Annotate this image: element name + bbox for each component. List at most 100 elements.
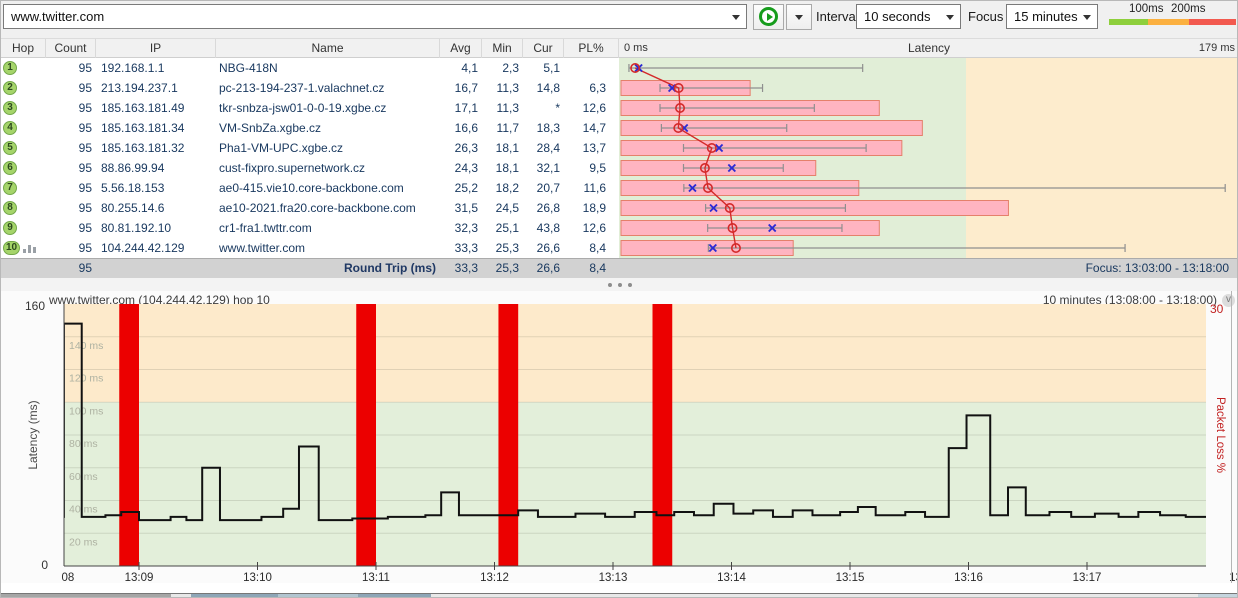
hop-badge: 4 <box>3 121 17 135</box>
cell-pl: 13,7 <box>564 138 606 158</box>
cell-ip: 185.163.181.49 <box>101 98 216 118</box>
cell-count: 95 <box>46 78 92 98</box>
cell-avg: 31,5 <box>440 198 478 218</box>
cell-name: cust-fixpro.supernetwork.cz <box>219 158 440 178</box>
cell-avg: 16,6 <box>440 118 478 138</box>
summary-count: 95 <box>46 259 92 279</box>
hop-row[interactable]: 595 185.163.181.32Pha1-VM-UPC.xgbe.cz26,3… <box>1 138 619 158</box>
cell-min: 2,3 <box>482 58 519 78</box>
cell-count: 95 <box>46 238 92 258</box>
y2-axis-title: Packet Loss % <box>1214 397 1226 473</box>
target-dropdown-arrow[interactable] <box>728 5 746 28</box>
x-axis-label: 13:16 <box>954 572 983 583</box>
x-axis-label: 13:09 <box>125 572 154 583</box>
hop-number-badge: 8 <box>1 198 46 218</box>
hop-row[interactable]: 195192.168.1.1NBG-418N4,12,35,1 <box>1 58 619 78</box>
legend-200ms-label: 200ms <box>1171 3 1206 15</box>
focus-select[interactable]: 15 minutes <box>1006 4 1098 29</box>
cell-ip: 185.163.181.32 <box>101 138 216 158</box>
hop-number-badge: 6 <box>1 158 46 178</box>
cell-name: Pha1-VM-UPC.xgbe.cz <box>219 138 440 158</box>
column-header-avg: Avg <box>440 39 482 58</box>
cell-avg: 32,3 <box>440 218 478 238</box>
cell-count: 95 <box>46 158 92 178</box>
latency-scale-legend: 100ms 200ms <box>1109 3 1236 27</box>
hop-row[interactable]: 99580.81.192.10cr1-fra1.twttr.com32,325,… <box>1 218 619 238</box>
cell-pl: 11,6 <box>564 178 606 198</box>
cell-min: 24,5 <box>482 198 519 218</box>
summary-avg: 33,3 <box>440 259 478 279</box>
hop-row[interactable]: 295213.194.237.1pc-213-194-237-1.valachn… <box>1 78 619 98</box>
pane-splitter[interactable] <box>1 278 1238 291</box>
hop-number-badge: 9 <box>1 218 46 238</box>
hop-number-badge: 3 <box>1 98 46 118</box>
cell-cur: * <box>523 98 560 118</box>
cell-cur: 14,8 <box>523 78 560 98</box>
x-axis-label: 13:17 <box>1073 572 1102 583</box>
hop-row[interactable]: 7955.56.18.153ae0-415.vie10.core-backbon… <box>1 178 619 198</box>
hop-row[interactable]: 8 95 80.255.14.6ae10-2021.fra20.core-backb… <box>1 198 619 218</box>
cell-count: 95 <box>46 198 92 218</box>
cell-count: 95 <box>46 138 92 158</box>
cell-cur: 26,6 <box>523 238 560 258</box>
timeline-orange-zone <box>64 304 1206 402</box>
round-trip-row: 95 Round Trip (ms) 33,3 25,3 26,6 8,4 Fo… <box>1 258 1238 278</box>
cell-name: NBG-418N <box>219 58 440 78</box>
target-address-value: www.twitter.com <box>11 5 104 28</box>
packet-loss-event-bar <box>498 304 518 566</box>
cell-ip: 80.81.192.10 <box>101 218 216 238</box>
gridline-label: 20 ms <box>69 536 98 548</box>
time-scrollbar[interactable] <box>1 583 1238 598</box>
x-axis-label: 13:15 <box>836 572 865 583</box>
trace-options-dropdown-button[interactable] <box>786 4 812 30</box>
cell-ip: 5.56.18.153 <box>101 178 216 198</box>
gridline-label: 40 ms <box>69 504 98 516</box>
hop-number-badge: 2 <box>1 78 46 98</box>
cell-pl: 18,9 <box>564 198 606 218</box>
cell-avg: 25,2 <box>440 178 478 198</box>
column-header-min: Min <box>482 39 523 58</box>
cell-name: VM-SnbZa.xgbe.cz <box>219 118 440 138</box>
cell-pl <box>564 58 606 78</box>
packet-loss-event-bar <box>653 304 673 566</box>
timeline-green-zone <box>64 402 1206 566</box>
hop-row[interactable]: 395185.163.181.49tkr-snbza-jsw01-0-0-19.… <box>1 98 619 118</box>
y-axis-max-label: 160 <box>25 299 45 313</box>
cell-count: 95 <box>46 218 92 238</box>
hop-number-badge: 7 <box>1 178 46 198</box>
hop-number-badge: 5 <box>1 138 46 158</box>
cell-ip: 80.255.14.6 <box>101 198 216 218</box>
cell-name: ae0-415.vie10.core-backbone.com <box>219 178 440 198</box>
cell-pl: 12,6 <box>564 218 606 238</box>
interval-select[interactable]: 10 seconds <box>856 4 961 29</box>
cell-name: www.twitter.com <box>219 238 440 258</box>
x-axis-label: 13:13 <box>599 572 628 583</box>
hop-badge: 8 <box>3 201 17 215</box>
hop-row[interactable]: 1095104.244.42.129www.twitter.com33,325,… <box>1 238 619 258</box>
cell-name: tkr-snbza-jsw01-0-0-19.xgbe.cz <box>219 98 440 118</box>
column-header-count: Count <box>46 39 96 58</box>
hop-row[interactable]: 69588.86.99.94cust-fixpro.supernetwork.c… <box>1 158 619 178</box>
cell-cur: 26,8 <box>523 198 560 218</box>
hop-number-badge: 10 <box>1 238 46 258</box>
cell-cur: 32,1 <box>523 158 560 178</box>
latency-time-graph[interactable]: 20 ms40 ms60 ms80 ms100 ms120 ms140 ms08… <box>1 291 1238 583</box>
cell-name: ae10-2021.fra20.core-backbone.com <box>219 198 440 218</box>
gridline-label: 100 ms <box>69 405 103 417</box>
start-trace-button[interactable] <box>753 4 784 30</box>
latency-max-label: 179 ms <box>1199 39 1235 57</box>
gridline-label: 140 ms <box>69 340 103 352</box>
hop-row[interactable]: 495185.163.181.34VM-SnbZa.xgbe.cz16,611,… <box>1 118 619 138</box>
target-address-input[interactable]: www.twitter.com <box>3 4 747 29</box>
column-header-ip: IP <box>96 39 216 58</box>
cell-cur: 5,1 <box>523 58 560 78</box>
focus-dropdown-arrow[interactable] <box>1079 5 1097 28</box>
splitter-grip-icon[interactable] <box>608 283 632 287</box>
column-header-cur: Cur <box>523 39 564 58</box>
cell-pl: 6,3 <box>564 78 606 98</box>
cell-avg: 4,1 <box>440 58 478 78</box>
cell-pl: 8,4 <box>564 238 606 258</box>
interval-dropdown-arrow[interactable] <box>942 5 960 28</box>
pane-right-border <box>1231 291 1232 593</box>
cell-avg: 26,3 <box>440 138 478 158</box>
